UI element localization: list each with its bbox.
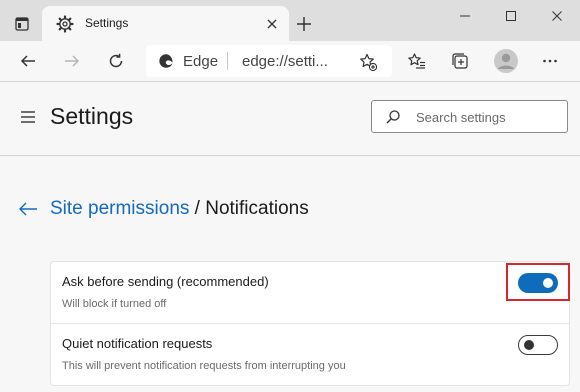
breadcrumb: Site permissions / Notifications <box>50 198 309 220</box>
back-arrow-icon[interactable] <box>18 200 38 218</box>
page-title: Settings <box>50 103 134 129</box>
breadcrumb-site-permissions-link[interactable]: Site permissions <box>50 198 189 219</box>
close-tab-icon[interactable] <box>264 16 280 32</box>
collections-icon <box>452 53 468 69</box>
toggle-knob <box>524 340 534 350</box>
setting-label: Quiet notification requests <box>62 336 213 351</box>
browser-tab[interactable]: Settings <box>42 6 289 41</box>
more-icon <box>543 59 557 63</box>
maximize-button[interactable] <box>488 0 534 32</box>
refresh-icon <box>109 53 123 68</box>
toggle-knob <box>543 278 553 288</box>
forward-button[interactable] <box>60 49 84 73</box>
header-divider <box>0 155 580 156</box>
profile-button[interactable] <box>493 48 519 74</box>
close-window-button[interactable] <box>534 0 580 32</box>
favorites-button[interactable] <box>405 49 429 73</box>
breadcrumb-current: Notifications <box>205 198 309 219</box>
favorites-icon <box>408 53 425 69</box>
more-button[interactable] <box>538 49 562 73</box>
edge-logo-icon <box>159 54 173 68</box>
gear-icon <box>56 15 74 33</box>
tab-actions-icon[interactable] <box>8 10 36 38</box>
back-button[interactable] <box>16 49 40 73</box>
setting-row-ask-before-sending: Ask before sending (recommended) Will bl… <box>51 262 569 322</box>
address-separator <box>227 52 228 70</box>
tab-title: Settings <box>85 16 129 30</box>
new-tab-icon[interactable] <box>294 14 314 34</box>
setting-row-quiet-notifications: Quiet notification requests This will pr… <box>51 323 569 383</box>
hamburger-menu-icon[interactable] <box>20 110 36 124</box>
ask-before-sending-toggle[interactable] <box>518 273 558 293</box>
quiet-notifications-toggle[interactable] <box>518 335 558 355</box>
profile-icon <box>494 49 518 73</box>
title-bar: Settings <box>0 0 580 41</box>
collections-button[interactable] <box>448 49 472 73</box>
search-input[interactable] <box>416 107 556 127</box>
back-icon <box>20 55 35 67</box>
setting-label: Ask before sending (recommended) <box>62 274 269 289</box>
search-icon <box>386 110 400 124</box>
toolbar-divider <box>0 81 580 82</box>
forward-icon <box>65 55 80 67</box>
notifications-settings-card: Ask before sending (recommended) Will bl… <box>50 261 570 386</box>
setting-description: This will prevent notification requests … <box>62 360 346 372</box>
breadcrumb-separator: / <box>189 198 206 219</box>
setting-description: Will block if turned off <box>62 298 167 310</box>
address-bar[interactable]: Edge edge://setti... <box>146 45 392 77</box>
minimize-button[interactable] <box>442 0 488 32</box>
settings-search-box[interactable] <box>371 100 568 133</box>
refresh-button[interactable] <box>104 49 128 73</box>
browser-toolbar: Edge edge://setti... <box>0 41 580 81</box>
edge-brand-label: Edge <box>183 53 219 70</box>
add-favorite-icon[interactable] <box>358 52 378 72</box>
url-text[interactable]: edge://setti... <box>242 53 328 70</box>
